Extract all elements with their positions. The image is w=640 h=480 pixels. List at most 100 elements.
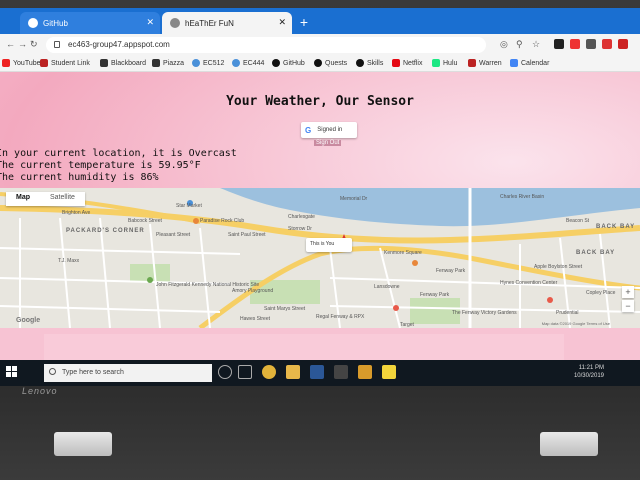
page-title: Your Weather, Our Sensor xyxy=(226,94,414,109)
bookmark-warren[interactable]: Warren xyxy=(468,59,502,67)
google-signin-button[interactable]: G Signed in xyxy=(301,122,357,138)
bookmark-quests[interactable]: Quests xyxy=(314,59,347,67)
bookmark-skills[interactable]: Skills xyxy=(356,59,383,67)
app-icon[interactable] xyxy=(358,365,372,379)
zoom-out-button[interactable]: − xyxy=(622,300,634,312)
info-window[interactable]: This is You xyxy=(306,238,352,252)
clock-date: 10/30/2019 xyxy=(573,373,604,379)
bookmark-icon xyxy=(468,59,476,67)
extension-icon[interactable] xyxy=(554,39,564,49)
map-label: PACKARD'S CORNER xyxy=(66,228,145,234)
place-marker[interactable] xyxy=(547,297,553,303)
bookmark-netflix[interactable]: Netflix xyxy=(392,59,422,67)
map-label: Memorial Dr xyxy=(340,196,368,202)
bookmark-piazza[interactable]: Piazza xyxy=(152,59,184,67)
place-marker[interactable] xyxy=(412,260,418,266)
task-view-icon[interactable] xyxy=(238,365,252,379)
search-icon[interactable]: ⚲ xyxy=(516,39,523,50)
page-icon xyxy=(170,18,180,28)
url-text: ec463-group47.appspot.com xyxy=(68,40,170,49)
clock-time: 11:21 PM xyxy=(578,365,604,371)
map-label: Saint Paul Street xyxy=(228,232,266,238)
reload-icon[interactable]: ↻ xyxy=(30,39,38,50)
location-icon[interactable]: ◎ xyxy=(500,39,508,50)
map-attribution[interactable]: Map data ©2019 Google Terms of Use xyxy=(542,321,610,326)
github-icon xyxy=(356,59,364,67)
lock-icon xyxy=(54,41,60,48)
signout-link[interactable]: Sign Out xyxy=(314,140,342,146)
star-icon[interactable]: ☆ xyxy=(532,39,540,50)
bookmark-ec512[interactable]: EC512 xyxy=(192,59,224,67)
tab-label: hEaThEr FuN xyxy=(185,18,234,28)
map-label: The Fenway Victory Gardens xyxy=(452,310,517,316)
tab-weather[interactable]: hEaThEr FuN ✕ xyxy=(162,12,292,34)
laptop-screen: GitHub ✕ hEaThEr FuN ✕ + ← → ↻ ec463-gro… xyxy=(0,8,640,386)
github-icon xyxy=(272,59,280,67)
browser-toolbar: ← → ↻ ec463-group47.appspot.com ◎ ⚲ ☆ xyxy=(0,34,640,56)
place-marker[interactable] xyxy=(147,277,153,283)
tab-label: GitHub xyxy=(43,18,68,28)
map-label: Hynes Convention Center xyxy=(500,280,558,286)
browser-tab-bar: GitHub ✕ hEaThEr FuN ✕ + xyxy=(0,8,640,34)
extension-icon[interactable] xyxy=(586,39,596,49)
humidity-readout: The current humidity is 86% xyxy=(0,172,159,183)
close-icon[interactable]: ✕ xyxy=(146,17,154,28)
map-canvas xyxy=(0,188,640,328)
map-label: BACK BAY xyxy=(576,250,616,256)
address-bar[interactable]: ec463-group47.appspot.com xyxy=(46,37,486,53)
satellite-tab[interactable]: Satellite xyxy=(40,192,85,206)
word-icon[interactable] xyxy=(310,365,324,379)
bookmark-student-link[interactable]: Student Link xyxy=(40,59,90,67)
place-marker[interactable] xyxy=(393,305,399,311)
bookmarks-bar: YouTube Student Link Blackboard Piazza E… xyxy=(0,56,640,72)
bookmark-calendar[interactable]: Calendar xyxy=(510,59,549,67)
bookmark-youtube[interactable]: YouTube xyxy=(2,59,41,67)
system-clock[interactable]: 11:21 PM 10/30/2019 xyxy=(574,364,604,380)
sticky-notes-icon[interactable] xyxy=(382,365,396,379)
extension-icon[interactable] xyxy=(618,39,628,49)
map-type-control: Map Satellite xyxy=(6,192,85,206)
photo-frame: GitHub ✕ hEaThEr FuN ✕ + ← → ↻ ec463-gro… xyxy=(0,0,640,480)
map-label: Storrow Dr xyxy=(288,226,312,232)
map-label: T.J. Maxx xyxy=(58,258,80,264)
bookmark-icon xyxy=(100,59,108,67)
map-label: Paradise Rock Club xyxy=(200,218,245,224)
bookmark-icon xyxy=(152,59,160,67)
tab-github[interactable]: GitHub ✕ xyxy=(20,12,160,34)
forward-icon[interactable]: → xyxy=(18,39,27,49)
extension-icon[interactable] xyxy=(570,39,580,49)
cortana-icon[interactable] xyxy=(218,365,232,379)
youtube-icon xyxy=(2,59,10,67)
place-marker[interactable] xyxy=(193,218,199,224)
bookmark-blackboard[interactable]: Blackboard xyxy=(100,59,146,67)
zoom-in-button[interactable]: + xyxy=(622,286,634,298)
back-icon[interactable]: ← xyxy=(6,39,15,49)
map-label: Amory Playground xyxy=(232,288,274,294)
laptop-hinge xyxy=(540,432,598,456)
map-tab[interactable]: Map xyxy=(6,192,40,206)
map-label: Saint Marys Street xyxy=(264,306,306,312)
bookmark-icon xyxy=(40,59,48,67)
globe-icon xyxy=(232,59,240,67)
windows-start-icon[interactable] xyxy=(6,366,18,378)
chrome-icon[interactable] xyxy=(262,365,276,379)
google-map[interactable]: Map Satellite PACKARD'S CORNER BACK BAY … xyxy=(0,188,640,328)
signin-label: Signed in xyxy=(317,127,343,133)
search-placeholder: Type here to search xyxy=(62,369,124,376)
app-icon[interactable] xyxy=(334,365,348,379)
extension-icon[interactable] xyxy=(602,39,612,49)
file-explorer-icon[interactable] xyxy=(286,365,300,379)
google-g-icon: G xyxy=(305,125,312,135)
search-icon xyxy=(49,368,56,375)
close-icon[interactable]: ✕ xyxy=(278,17,286,28)
taskbar-search-input[interactable]: Type here to search xyxy=(44,364,212,382)
map-label: Copley Place xyxy=(586,290,616,296)
google-logo: Google xyxy=(16,317,41,324)
bookmark-github[interactable]: GitHub xyxy=(272,59,305,67)
bookmark-hulu[interactable]: Hulu xyxy=(432,59,457,67)
map-label: Babcock Street xyxy=(128,218,162,224)
map-label: Charles River Basin xyxy=(500,194,545,200)
new-tab-button[interactable]: + xyxy=(296,14,312,30)
map-label: Lansdowne xyxy=(374,284,400,290)
bookmark-ec444[interactable]: EC444 xyxy=(232,59,264,67)
